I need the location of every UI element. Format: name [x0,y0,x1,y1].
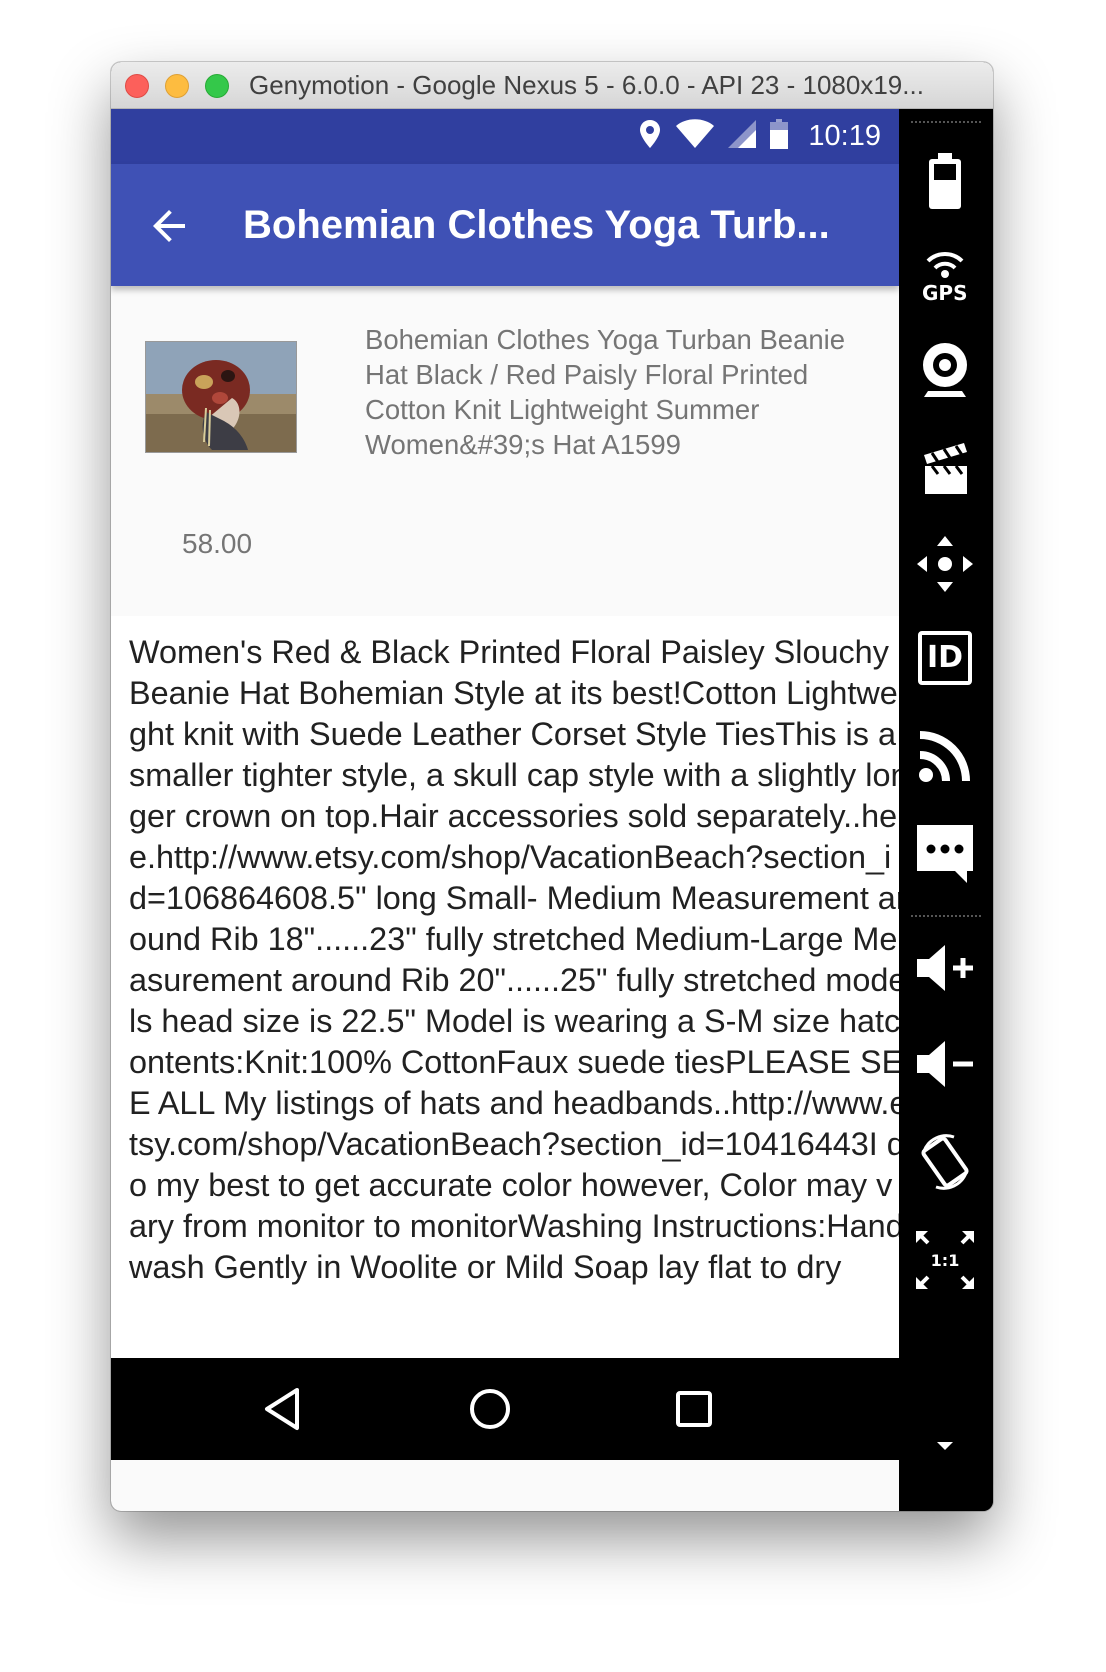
rotate-screen-button[interactable] [912,1129,978,1195]
close-window-button[interactable] [125,74,149,98]
cast-icon [919,731,970,782]
device-screen: 10:19 Bohemian Clothes Yoga Turb... Bohe… [111,109,899,1511]
product-description: Women's Red & Black Printed Floral Paisl… [129,634,899,1285]
status-bar: 10:19 [111,109,899,164]
arrow-back-icon [153,210,185,242]
pixel-perfect-icon: 1:1 [916,1231,974,1289]
gps-widget-button[interactable]: GPS [912,243,978,309]
zoom-window-button[interactable] [205,74,229,98]
nav-home-button[interactable] [465,1384,515,1434]
rotate-icon [921,1134,969,1190]
clapperboard-icon [924,443,967,494]
volume-up-button[interactable] [912,935,978,1001]
product-header: Bohemian Clothes Yoga Turban Beanie Hat … [111,286,899,616]
pixel-perfect-button[interactable]: 1:1 [912,1227,978,1293]
webcam-icon [923,343,967,397]
product-image[interactable] [145,341,297,453]
network-widget-button[interactable] [912,723,978,789]
pixel-perfect-label: 1:1 [931,1251,960,1270]
product-price: 58.00 [182,528,253,559]
dpad-widget-button[interactable] [912,531,978,597]
minimize-window-button[interactable] [165,74,189,98]
recents-square-icon [676,1391,712,1427]
volume-down-button[interactable] [912,1031,978,1097]
gps-icon [926,251,964,278]
dpad-icon [917,536,973,592]
battery-icon [770,119,789,154]
gps-label: GPS [922,281,968,305]
emulator-window: Genymotion - Google Nexus 5 - 6.0.0 - AP… [111,62,993,1511]
toolbar-expand-button[interactable] [912,1431,978,1461]
device-id-widget-button[interactable]: ID [912,625,978,691]
nav-back-button[interactable] [257,1384,307,1434]
battery-icon [929,153,961,209]
back-button[interactable] [145,202,193,250]
chevron-down-icon [937,1442,953,1450]
screencast-widget-button[interactable] [912,435,978,501]
location-icon [638,119,662,154]
back-triangle-icon [265,1388,299,1430]
phone-sms-widget-button[interactable] [912,821,978,887]
window-title: Genymotion - Google Nexus 5 - 6.0.0 - AP… [249,70,924,100]
status-time: 10:19 [808,120,881,152]
volume-up-icon [917,945,973,991]
wifi-icon [676,119,715,154]
battery-widget-button[interactable] [912,149,978,215]
product-name: Bohemian Clothes Yoga Turban Beanie Hat … [365,324,846,460]
volume-down-icon [917,1041,973,1087]
product-description-panel[interactable]: Women's Red & Black Printed Floral Paisl… [111,616,899,1358]
webcam-widget-button[interactable] [912,337,978,403]
navigation-bar [111,1358,899,1460]
genymotion-toolbar: GPS ID 1:1 [899,109,993,1511]
home-circle-icon [470,1389,510,1429]
window-titlebar[interactable]: Genymotion - Google Nexus 5 - 6.0.0 - AP… [111,62,993,109]
id-icon: ID [918,631,972,685]
app-bar: Bohemian Clothes Yoga Turb... [111,164,899,286]
signal-icon [728,120,757,153]
sms-icon [917,825,973,883]
nav-recents-button[interactable] [669,1384,719,1434]
page-title: Bohemian Clothes Yoga Turb... [243,203,830,247]
